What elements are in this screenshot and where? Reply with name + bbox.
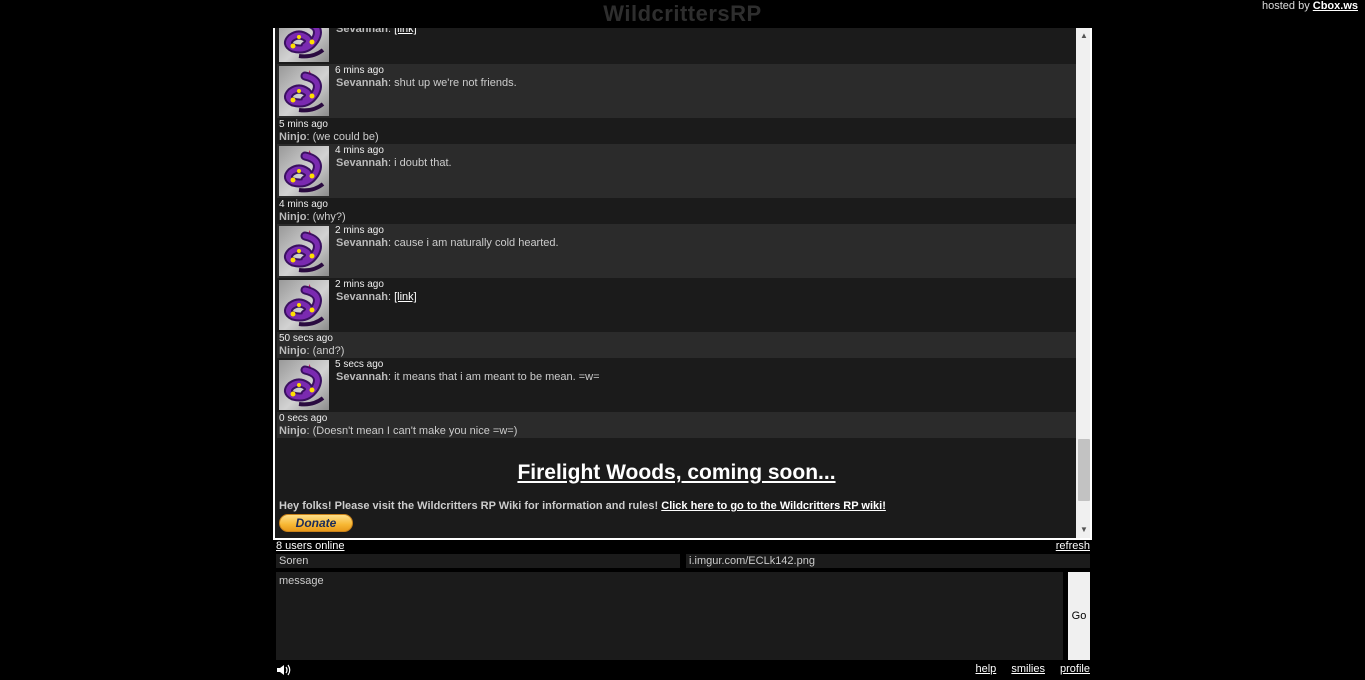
message-text: (why?) (312, 211, 346, 223)
chat-message: 2 mins ago Sevannah: cause i am naturally… (277, 224, 1076, 278)
chat-message: 5 mins ago Ninjo: (we could be) (277, 118, 1076, 144)
message-link[interactable]: [link] (394, 291, 417, 303)
message-link[interactable]: [link] (394, 28, 417, 35)
message-line: Sevannah: [link] (336, 291, 417, 303)
message-user[interactable]: Ninjo (279, 425, 307, 437)
user-avatar[interactable] (279, 146, 329, 196)
message-input[interactable]: message (276, 572, 1063, 660)
message-line: Ninjo: (Doesn't mean I can't make you ni… (279, 425, 517, 437)
message-text: shut up we're not friends. (394, 77, 517, 89)
message-line: Sevannah: [link] (336, 28, 417, 35)
site-title: WildcrittersRP (603, 1, 762, 26)
banner-text-body: Hey folks! Please visit the Wildcritters… (279, 500, 662, 512)
scroll-down-icon[interactable]: ▼ (1076, 522, 1090, 538)
message-time: 6 mins ago (335, 65, 384, 76)
message-time: 2 mins ago (335, 279, 384, 290)
message-line: Ninjo: (why?) (279, 211, 346, 223)
message-user[interactable]: Ninjo (279, 345, 307, 357)
chat-frame: Sevannah: [link] 6 mins ago Sevannah: shut… (273, 28, 1092, 540)
message-text: i doubt that. (394, 157, 452, 169)
hosted-by-label: hosted by (1262, 0, 1310, 12)
avatar-url-input[interactable]: i.imgur.com/ECLk142.png (686, 554, 1090, 568)
message-line: Sevannah: cause i am naturally cold hear… (336, 237, 559, 249)
announcement-banner: Firelight Woods, coming soon... Hey folk… (277, 448, 1076, 538)
message-line: Sevannah: shut up we're not friends. (336, 77, 517, 89)
message-line: Sevannah: it means that i am meant to be… (336, 371, 600, 383)
message-text: cause i am naturally cold hearted. (394, 237, 559, 249)
chat-scrollbar[interactable]: ▲ ▼ (1076, 28, 1090, 538)
user-avatar[interactable] (279, 66, 329, 116)
message-time: 4 mins ago (279, 199, 328, 210)
smilies-link[interactable]: smilies (1011, 663, 1045, 675)
hosted-by: hosted by Cbox.ws (1262, 0, 1358, 12)
bottom-bar: help smilies profile (276, 663, 1090, 677)
message-time: 5 mins ago (279, 119, 328, 130)
message-text: (and?) (312, 345, 345, 357)
message-text: (Doesn't mean I can't make you nice =w=) (312, 425, 518, 437)
chat-message: 4 mins ago Ninjo: (why?) (277, 198, 1076, 224)
message-user[interactable]: Sevannah (336, 291, 388, 303)
message-user[interactable]: Sevannah (336, 371, 388, 383)
user-avatar[interactable] (279, 226, 329, 276)
status-bar: 8 users online refresh (276, 540, 1090, 554)
chat-message: 50 secs ago Ninjo: (and?) (277, 332, 1076, 358)
message-line: Sevannah: i doubt that. (336, 157, 452, 169)
banner-text: Hey folks! Please visit the Wildcritters… (279, 500, 886, 512)
help-link[interactable]: help (975, 663, 996, 675)
user-avatar[interactable] (279, 28, 329, 62)
chat-message: 2 mins ago Sevannah: [link] (277, 278, 1076, 332)
banner-title[interactable]: Firelight Woods, coming soon... (277, 461, 1076, 485)
speaker-icon[interactable] (276, 663, 292, 677)
cbox-link[interactable]: Cbox.ws (1313, 0, 1358, 12)
user-avatar[interactable] (279, 360, 329, 410)
message-user[interactable]: Sevannah (336, 237, 388, 249)
message-time: 2 mins ago (335, 225, 384, 236)
message-line: Ninjo: (and?) (279, 345, 344, 357)
chat-message: 6 mins ago Sevannah: shut up we're not fr… (277, 64, 1076, 118)
chat-message: 5 secs ago Sevannah: it means that i am m… (277, 358, 1076, 412)
message-time: 4 mins ago (335, 145, 384, 156)
user-avatar[interactable] (279, 280, 329, 330)
chat-message: Sevannah: [link] (277, 28, 1076, 64)
scroll-thumb[interactable] (1078, 439, 1090, 502)
message-time: 0 secs ago (279, 413, 328, 424)
chat-message: 4 mins ago Sevannah: i doubt that. (277, 144, 1076, 198)
refresh-link[interactable]: refresh (1056, 540, 1090, 552)
wiki-link[interactable]: Click here to go to the Wildcritters RP … (661, 500, 886, 512)
bottom-links: help smilies profile (963, 663, 1090, 675)
message-user[interactable]: Sevannah (336, 28, 388, 35)
profile-link[interactable]: profile (1060, 663, 1090, 675)
users-online-link[interactable]: 8 users online (276, 540, 345, 552)
message-time: 50 secs ago (279, 333, 333, 344)
name-input[interactable]: Soren (276, 554, 680, 568)
donate-button[interactable]: Donate (279, 514, 353, 532)
message-list: Sevannah: [link] 6 mins ago Sevannah: shut… (277, 28, 1076, 448)
chat-message: 0 secs ago Ninjo: (Doesn't mean I can't m… (277, 412, 1076, 438)
message-text: it means that i am meant to be mean. =w= (394, 371, 600, 383)
message-text: (we could be) (312, 131, 379, 143)
message-user[interactable]: Ninjo (279, 131, 307, 143)
message-user[interactable]: Ninjo (279, 211, 307, 223)
message-user[interactable]: Sevannah (336, 157, 388, 169)
go-button[interactable]: Go (1068, 572, 1090, 660)
message-line: Ninjo: (we could be) (279, 131, 379, 143)
scroll-up-icon[interactable]: ▲ (1076, 28, 1090, 44)
message-user[interactable]: Sevannah (336, 77, 388, 89)
message-time: 5 secs ago (335, 359, 384, 370)
